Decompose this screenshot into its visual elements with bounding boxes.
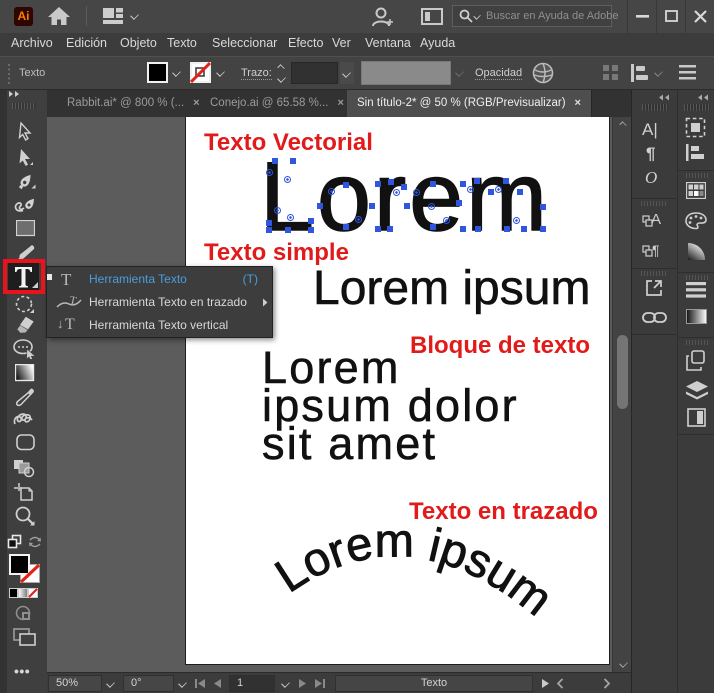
svg-text:Lorem ipsum: Lorem ipsum [266, 513, 563, 625]
svg-text:¶: ¶ [652, 242, 660, 258]
svg-text:T: T [68, 294, 77, 307]
